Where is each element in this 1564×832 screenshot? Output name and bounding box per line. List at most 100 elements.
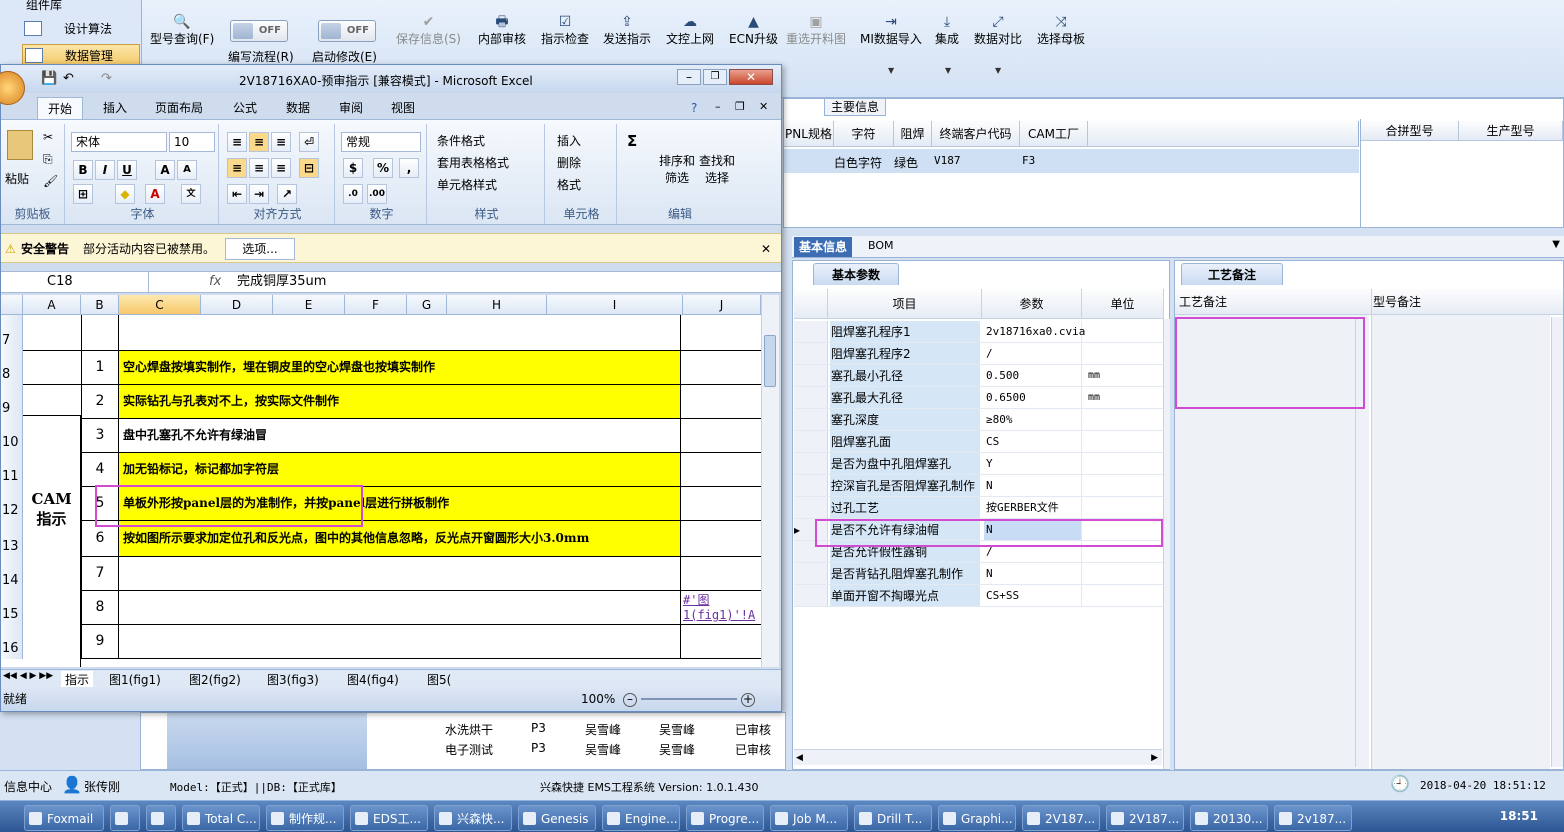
tab-insert[interactable]: 插入 (93, 97, 137, 119)
formula-input[interactable]: 完成铜厚35um (237, 272, 326, 292)
bold-button[interactable]: B (73, 160, 93, 180)
orientation-icon[interactable]: ↗ (277, 184, 297, 204)
increase-decimal-icon[interactable]: .0 (343, 184, 363, 204)
tab-bom[interactable]: BOM (868, 239, 894, 252)
row-header[interactable]: 16 (1, 625, 23, 659)
param-value[interactable]: ≥80% (984, 409, 1082, 430)
instruction-cell[interactable]: 实际钻孔与孔表对不上，按实际文件制作 (119, 385, 681, 418)
param-row[interactable]: 控深盲孔是否阻焊塞孔制作 N (794, 475, 1164, 497)
taskbar-item[interactable]: Progre... (686, 805, 764, 831)
taskbar-item[interactable]: 2v187... (1274, 805, 1352, 831)
row-number-cell[interactable]: 9 (81, 625, 119, 658)
hyperlink-cell[interactable]: #'图1(fig1)'!A (683, 591, 761, 622)
phonetic-icon[interactable]: 文 (181, 184, 201, 204)
row-number-cell[interactable] (81, 315, 119, 350)
cut-icon[interactable]: ✂ (43, 130, 53, 144)
zoom-in-button[interactable]: + (741, 693, 755, 707)
send-instruction-button[interactable]: ⇪ 发送指示 (603, 14, 651, 47)
instruction-cell[interactable]: 盘中孔塞孔不允许有绿油冒 (119, 419, 681, 452)
close-icon[interactable]: ✕ (761, 234, 771, 264)
start-edit-toggle[interactable]: OFF (318, 20, 376, 42)
col-header-char[interactable]: 字符 (834, 121, 894, 147)
shrink-font-button[interactable]: A (177, 160, 197, 180)
taskbar-item[interactable]: Total C... (182, 805, 260, 831)
cell-styles-button[interactable]: 单元格样式 (437, 176, 497, 193)
align-left-icon[interactable]: ≡ (227, 158, 247, 178)
param-value[interactable]: N (984, 475, 1082, 496)
redo-icon[interactable]: ↷ (101, 71, 112, 86)
paste-icon[interactable] (7, 130, 33, 160)
row-header[interactable]: 11 (1, 453, 23, 487)
row-header[interactable]: 10 (1, 419, 23, 453)
row-selector[interactable] (794, 453, 828, 474)
column-header[interactable]: D (201, 295, 273, 315)
excel-vertical-scrollbar[interactable] (761, 295, 779, 667)
row-selector[interactable] (794, 321, 828, 342)
table-row[interactable] (23, 315, 761, 351)
param-row[interactable]: 阻焊塞孔程序2/ (794, 343, 1164, 365)
column-header[interactable]: C (119, 295, 201, 315)
sheet-tab[interactable]: 图3(fig3) (263, 671, 323, 688)
row-header[interactable]: 15 (1, 591, 23, 625)
col-header-unit[interactable]: 单位 (1082, 289, 1164, 319)
zoom-out-button[interactable]: – (623, 693, 637, 707)
param-value[interactable]: CS+SS (984, 585, 1082, 606)
currency-icon[interactable]: $ (343, 158, 363, 178)
table-row[interactable]: 7 (23, 557, 761, 591)
options-button[interactable]: 选项... (225, 238, 295, 260)
format-painter-icon[interactable]: 🖌 (43, 174, 58, 188)
name-box[interactable]: C18 (1, 272, 149, 292)
insert-cells-button[interactable]: 插入 (557, 132, 581, 149)
check-instruction-button[interactable]: ☑ 指示检查 (541, 14, 589, 47)
scrollbar[interactable] (1551, 317, 1563, 767)
param-row[interactable]: 塞孔深度 ≥80% (794, 409, 1164, 431)
instruction-cell[interactable] (119, 625, 681, 658)
col-header-merge[interactable]: 合拼型号 (1361, 121, 1459, 141)
table-row[interactable]: 9 (23, 625, 761, 659)
row-header[interactable]: 9 (1, 385, 23, 419)
sheet-tab[interactable]: 图2(fig2) (185, 671, 245, 688)
tab-view[interactable]: 视图 (381, 97, 425, 119)
column-header[interactable]: E (273, 295, 345, 315)
row-number-cell[interactable]: 7 (81, 557, 119, 590)
param-row[interactable]: 阻焊塞孔面 CS (794, 431, 1164, 453)
craft-notes-tab[interactable]: 工艺备注 (1181, 263, 1284, 285)
decrease-indent-icon[interactable]: ⇤ (227, 184, 247, 204)
align-top-icon[interactable]: ≡ (227, 132, 247, 152)
save-icon[interactable]: 💾 (41, 71, 57, 86)
format-as-table-button[interactable]: 套用表格格式 (437, 154, 509, 171)
align-right-icon[interactable]: ≡ (271, 158, 291, 178)
instruction-cell[interactable] (119, 591, 681, 624)
comma-icon[interactable]: , (399, 158, 419, 178)
font-name-select[interactable]: 宋体 (71, 132, 167, 152)
close-icon[interactable]: ✕ (759, 100, 768, 113)
nav-item-design-algorithm[interactable]: 设计算法 (22, 18, 140, 40)
ecn-upgrade-button[interactable]: ▲ ECN升级 (729, 14, 778, 47)
row-selector[interactable] (794, 343, 828, 364)
help-icon[interactable]: ? (691, 101, 697, 115)
scrollbar[interactable] (1163, 319, 1170, 769)
find-select-button[interactable]: 查找和选择 (697, 152, 737, 186)
wrap-text-icon[interactable]: ⏎ (299, 132, 319, 152)
param-row[interactable]: 单面开窗不掏曝光点 CS+SS (794, 585, 1164, 607)
underline-button[interactable]: U (117, 160, 137, 180)
param-value[interactable]: 2v18716xa0.cvia (984, 321, 1085, 342)
table-row[interactable]: 8 (23, 591, 761, 625)
autosum-icon[interactable]: Σ (627, 132, 637, 150)
row-selector[interactable] (794, 475, 828, 496)
tab-review[interactable]: 审阅 (329, 97, 373, 119)
row-number-cell[interactable]: 3 (81, 419, 119, 452)
param-value[interactable]: Y (984, 453, 1082, 474)
table-row[interactable]: 4 加无铅标记，标记都加字符层 (23, 453, 761, 487)
column-header[interactable]: J (683, 295, 761, 315)
row-selector[interactable] (794, 387, 828, 408)
tab-data[interactable]: 数据 (276, 97, 320, 119)
param-value[interactable]: CS (984, 431, 1082, 452)
col-header-mask[interactable]: 阻焊 (894, 121, 932, 147)
sheet-tab[interactable]: 图5( (423, 671, 455, 688)
info-center[interactable]: 信息中心 (4, 778, 52, 795)
decrease-decimal-icon[interactable]: .00 (367, 184, 387, 204)
taskbar-item[interactable]: 2V187... (1022, 805, 1100, 831)
column-header[interactable]: H (447, 295, 547, 315)
chevron-down-icon[interactable]: ▼ (1552, 239, 1560, 250)
